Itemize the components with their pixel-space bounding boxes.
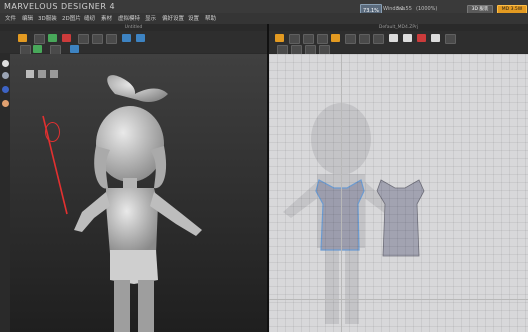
texture-icon[interactable] — [122, 34, 131, 42]
shading-icon[interactable] — [2, 86, 9, 93]
avatar-render — [26, 70, 202, 332]
transform-icon[interactable] — [275, 34, 284, 42]
menu-item-help[interactable]: 帮助 — [205, 14, 216, 22]
menu-item-display[interactable]: 显示 — [145, 14, 156, 22]
select-icon[interactable] — [34, 34, 45, 44]
mesh-icon[interactable] — [136, 34, 145, 42]
delete-icon[interactable] — [417, 34, 426, 42]
3d-window-title: Untitled — [124, 25, 143, 30]
avatar-left-arm — [74, 192, 110, 232]
3d-viewport[interactable] — [10, 54, 267, 332]
status-text-3: (1000%) — [416, 6, 438, 12]
avatar-right-arm — [150, 192, 202, 236]
tack-icon[interactable] — [48, 34, 57, 42]
menu-item-edit[interactable]: 编辑 — [22, 14, 33, 22]
avatar-body-icon[interactable] — [2, 72, 9, 79]
hair-bow — [107, 75, 168, 102]
2d-toolbar — [269, 31, 528, 55]
3d-toolbar — [0, 31, 267, 55]
tack-on-avatar-icon[interactable] — [403, 34, 412, 42]
circle-highlight-icon — [45, 122, 60, 142]
avatar-head-icon[interactable] — [2, 60, 9, 67]
menu-item-material[interactable]: 素材 — [101, 14, 112, 22]
menu-item-preferences[interactable]: 偏好设置 — [162, 14, 184, 22]
menu-item-settings[interactable]: 设置 — [188, 14, 199, 22]
2d-window-title: Default_MD4.ZPrj — [378, 25, 419, 30]
internal-polygon-icon[interactable] — [331, 34, 340, 42]
2d-pattern-viewport[interactable] — [269, 54, 528, 332]
menu-item-sewing[interactable]: 缝纫 — [84, 14, 95, 22]
arrangement-icon[interactable] — [106, 34, 117, 44]
simulate-icon[interactable] — [18, 34, 27, 42]
avatar-left-leg — [114, 280, 130, 332]
garment-view-icon[interactable] — [33, 45, 42, 53]
avatar-fit-icon[interactable] — [38, 70, 46, 78]
app-title: MARVELOUS DESIGNER 4 — [4, 2, 116, 11]
edit-point-icon[interactable] — [289, 34, 300, 44]
fold-arrangement-icon[interactable] — [389, 34, 398, 42]
2d-window: Default_MD4.ZPrj — [269, 24, 528, 332]
grid-icon[interactable] — [445, 34, 456, 44]
rectangle-icon[interactable] — [317, 34, 328, 44]
menu-item-2d-pattern[interactable]: 2D图片 — [62, 14, 81, 22]
dart-icon[interactable] — [345, 34, 356, 44]
zoom-icon[interactable] — [431, 34, 440, 42]
camera-icon[interactable] — [70, 45, 79, 53]
skin-icon[interactable] — [2, 100, 9, 107]
avatar-head — [96, 106, 164, 182]
center-guide-vertical — [341, 54, 342, 332]
ground-guide-horizontal — [269, 299, 528, 300]
segment-sewing-icon[interactable] — [359, 34, 370, 44]
avatar-arrange-icon[interactable] — [50, 70, 58, 78]
3d-window: Untitled — [0, 24, 267, 332]
avatar-shorts — [110, 250, 158, 284]
menu-item-avatar[interactable]: 虚拟模特 — [118, 14, 140, 22]
status-text-2: 3.1.55 — [396, 6, 412, 12]
pin-icon[interactable] — [62, 34, 71, 42]
move-icon[interactable] — [78, 34, 89, 44]
avatar-torso — [106, 188, 158, 254]
pattern-grid — [269, 54, 528, 332]
avatar-pose-icon[interactable] — [26, 70, 34, 78]
polygon-icon[interactable] — [303, 34, 314, 44]
fold-icon[interactable] — [92, 34, 103, 44]
free-sewing-icon[interactable] — [373, 34, 384, 44]
menu-item-file[interactable]: 文件 — [5, 14, 16, 22]
title-bar: MARVELOUS DESIGNER 4 73.1% Windows 3.1.5… — [0, 0, 528, 19]
menu-item-3d-garment[interactable]: 3D服装 — [38, 14, 57, 22]
avatar-right-leg — [138, 280, 154, 332]
avatar-neck — [123, 178, 137, 188]
3d-side-toolbar — [0, 54, 10, 332]
